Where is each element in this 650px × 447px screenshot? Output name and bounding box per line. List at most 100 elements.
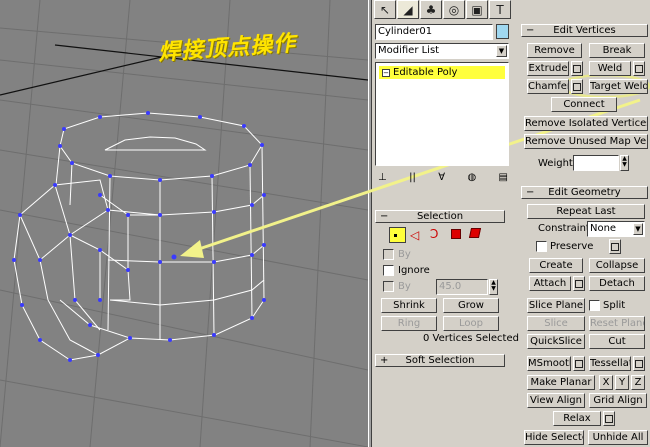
grow-button[interactable]: Grow <box>443 298 499 313</box>
chevron-down-icon[interactable]: ▼ <box>496 45 507 57</box>
selection-title: Selection <box>416 211 464 222</box>
stack-item-toggle-icon[interactable]: − <box>382 68 390 77</box>
chamfer-settings-button[interactable] <box>571 79 583 94</box>
weld-settings-button[interactable] <box>633 61 645 76</box>
chevron-down-icon[interactable]: ▼ <box>633 223 643 235</box>
angle-spinner[interactable]: ▲ ▼ <box>489 279 498 295</box>
reset-plane-button[interactable]: Reset Plane <box>589 316 645 331</box>
constraints-value: None <box>590 223 617 234</box>
preserve-uvs-checkbox[interactable] <box>536 241 547 252</box>
polygon-mode-icon[interactable] <box>451 229 461 239</box>
modify-tab-icon[interactable]: ◢ <box>397 0 419 19</box>
perspective-viewport[interactable]: 焊接顶点操作 <box>0 0 368 447</box>
motion-tab-icon[interactable]: ◎ <box>443 0 465 19</box>
element-mode-icon[interactable] <box>468 228 482 238</box>
relax-settings-button[interactable] <box>603 411 615 426</box>
loop-button[interactable]: Loop <box>443 316 499 331</box>
modifier-stack[interactable]: − Editable Poly <box>375 62 509 166</box>
angle-field[interactable]: 45.0 <box>436 279 488 295</box>
object-color-swatch[interactable] <box>496 24 509 39</box>
quickslice-button[interactable]: QuickSlice <box>527 334 585 349</box>
selection-status: 0 Vertices Selected <box>423 333 519 344</box>
ignore-backfacing-checkbox[interactable] <box>383 265 394 276</box>
msmooth-button[interactable]: MSmooth <box>527 356 571 371</box>
selection-rollout-header[interactable]: − Selection <box>375 210 505 223</box>
soft-selection-rollout-header[interactable]: + Soft Selection <box>375 354 505 367</box>
preserve-uvs-settings-button[interactable] <box>609 239 621 254</box>
vertex-mode-icon[interactable] <box>389 227 406 243</box>
object-name-field[interactable]: Cylinder01 <box>375 24 493 40</box>
display-tab-icon[interactable]: ▣ <box>466 0 488 19</box>
z-align-button[interactable]: Z <box>631 375 645 390</box>
create-button[interactable]: Create <box>529 258 583 273</box>
by-angle-checkbox[interactable] <box>383 281 394 292</box>
split-checkbox[interactable] <box>589 300 600 311</box>
chamfer-button[interactable]: Chamfer <box>527 79 569 94</box>
viewport-grid <box>0 0 368 447</box>
unhide-all-button[interactable]: Unhide All <box>588 430 648 445</box>
tessellate-button[interactable]: Tessellate <box>589 356 631 371</box>
detach-button[interactable]: Detach <box>589 276 645 291</box>
tessellate-settings-button[interactable] <box>633 356 645 371</box>
target-weld-button[interactable]: Target Weld <box>589 79 648 94</box>
soft-selection-title: Soft Selection <box>405 355 475 366</box>
configure-sets-icon[interactable]: ▤ <box>499 172 508 188</box>
hierarchy-tab-icon[interactable]: ♣ <box>420 0 442 19</box>
slice-button[interactable]: Slice <box>527 316 585 331</box>
extrude-settings-button[interactable] <box>571 61 583 76</box>
preserve-uvs-label: Preserve <box>550 241 594 252</box>
edit-geometry-rollout-header[interactable]: − Edit Geometry <box>521 186 648 199</box>
repeat-last-button[interactable]: Repeat Last <box>527 204 645 219</box>
stack-item-label: Editable Poly <box>393 67 458 78</box>
create-tab-icon[interactable]: ↖ <box>374 0 396 19</box>
viewport-scene <box>0 0 368 447</box>
grid-align-button[interactable]: Grid Align <box>589 393 647 408</box>
make-unique-icon[interactable]: ∀ <box>438 172 445 188</box>
remove-button[interactable]: Remove <box>527 43 582 58</box>
weight-spinner[interactable]: ▲ ▼ <box>620 155 629 171</box>
attach-button[interactable]: Attach <box>529 276 571 291</box>
weight-label: Weight <box>538 158 573 169</box>
edit-vertices-rollout-header[interactable]: − Edit Vertices <box>521 24 648 37</box>
x-align-button[interactable]: X <box>599 375 613 390</box>
break-button[interactable]: Break <box>589 43 645 58</box>
by-angle-label: By <box>398 281 411 292</box>
command-panel-tabs: ↖ ◢ ♣ ◎ ▣ T <box>373 0 513 20</box>
connect-button[interactable]: Connect <box>551 97 617 112</box>
relax-button[interactable]: Relax <box>553 411 601 426</box>
edit-geometry-title: Edit Geometry <box>548 187 621 198</box>
slice-plane-button[interactable]: Slice Plane <box>527 298 585 313</box>
remove-modifier-icon[interactable]: ◍ <box>467 172 476 188</box>
ring-button[interactable]: Ring <box>381 316 437 331</box>
viewport-divider <box>368 0 372 447</box>
show-end-result-icon[interactable]: || <box>409 172 416 188</box>
collapse-button[interactable]: Collapse <box>589 258 645 273</box>
stack-item-editable-poly[interactable]: − Editable Poly <box>379 66 505 79</box>
modifier-list-dropdown[interactable]: Modifier List ▼ <box>375 43 509 59</box>
weight-field[interactable] <box>573 155 619 171</box>
attach-settings-button[interactable] <box>573 276 585 291</box>
msmooth-settings-button[interactable] <box>573 356 585 371</box>
remove-isolated-vertices-button[interactable]: Remove Isolated Vertices <box>524 116 648 131</box>
make-planar-button[interactable]: Make Planar <box>527 375 595 390</box>
stack-toolbar: ⊥ || ∀ ◍ ▤ <box>378 172 508 188</box>
view-align-button[interactable]: View Align <box>527 393 585 408</box>
border-mode-icon[interactable]: Ↄ <box>430 227 438 241</box>
edge-mode-icon[interactable]: ◁ <box>410 228 419 242</box>
by-vertex-checkbox[interactable] <box>383 249 394 260</box>
weld-button[interactable]: Weld <box>589 61 631 76</box>
by-vertex-label: By <box>398 249 411 260</box>
hide-selected-button[interactable]: Hide Selected <box>524 430 584 445</box>
shrink-button[interactable]: Shrink <box>381 298 437 313</box>
modifier-list-label: Modifier List <box>378 45 440 56</box>
split-label: Split <box>603 300 626 311</box>
edit-vertices-title: Edit Vertices <box>553 25 616 36</box>
pin-stack-icon[interactable]: ⊥ <box>378 172 387 188</box>
constraints-dropdown[interactable]: None ▼ <box>587 221 645 237</box>
ignore-backfacing-label: Ignore <box>398 265 430 276</box>
remove-unused-map-verts-button[interactable]: Remove Unused Map Verts <box>524 134 648 149</box>
y-align-button[interactable]: Y <box>615 375 629 390</box>
utilities-tab-icon[interactable]: T <box>489 0 511 19</box>
cut-button[interactable]: Cut <box>589 334 645 349</box>
extrude-button[interactable]: Extrude <box>527 61 569 76</box>
